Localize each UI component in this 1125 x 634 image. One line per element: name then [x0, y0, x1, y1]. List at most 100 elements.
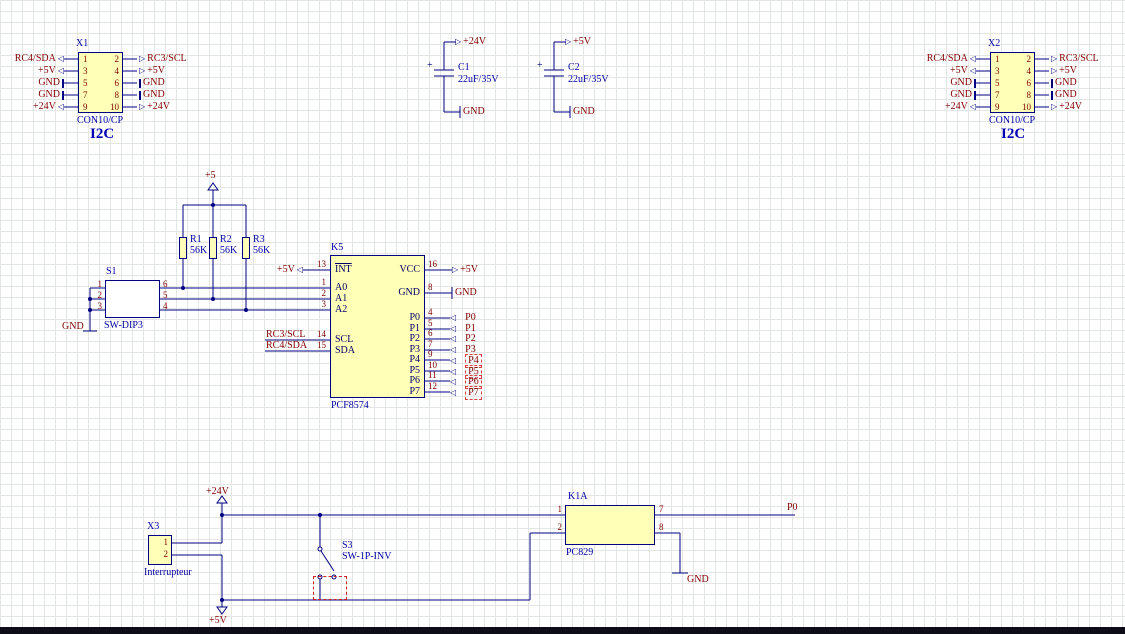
part-type: SW-1P-INV — [342, 551, 392, 562]
pin-number: 10 — [110, 102, 119, 112]
pin-number: 2 — [97, 290, 103, 300]
net-label: ▷ RC3/SCL — [1051, 53, 1099, 65]
power-bar-icon — [139, 78, 141, 88]
designator[interactable]: C2 — [568, 62, 580, 74]
power-bar-icon — [974, 90, 976, 100]
net-label-text: GND — [950, 77, 972, 88]
net-label: +24V ◁ — [33, 101, 64, 113]
pin-number: 8 — [114, 90, 120, 100]
c1-wires — [434, 41, 461, 118]
optocoupler-k1a-body[interactable] — [565, 505, 655, 545]
junction-dots — [88, 203, 322, 602]
pin-number: 3 — [97, 301, 103, 311]
resistor-r2-body[interactable] — [209, 237, 217, 259]
net-label: GND — [1051, 89, 1077, 101]
net-label-text: +5V — [276, 264, 295, 275]
net-label-text: +24V — [147, 101, 171, 112]
pin-name: A2 — [335, 304, 348, 315]
power-port-label: +5V ◁ — [277, 264, 303, 276]
port-arrow-icon: ▷ — [452, 265, 459, 274]
power-bar-icon — [139, 90, 141, 100]
port-arrow-icon: ▷ — [565, 37, 572, 46]
connector-x3-body[interactable] — [148, 535, 172, 565]
pin-number: 6 — [163, 279, 168, 289]
port-arrow-icon: ◁ — [57, 54, 64, 63]
gnd-label: GND — [687, 574, 709, 585]
pin-number: 8 — [428, 282, 433, 292]
bus-title: I2C — [1001, 126, 1026, 142]
gnd-label: GND — [62, 321, 84, 332]
pin-number: 7 — [995, 90, 1000, 100]
s3-lever — [320, 550, 335, 572]
net-label-text: +5V — [460, 264, 479, 275]
part-value: 56K — [253, 245, 271, 256]
pin-number: 7 — [83, 90, 88, 100]
pin-name: SDA — [335, 345, 356, 356]
part-type: SW-DIP3 — [104, 320, 143, 331]
pin-number: 5 — [163, 290, 168, 300]
net-label-text: +24V — [32, 101, 56, 112]
pin-number: 3 — [321, 299, 327, 309]
net-label: GND — [139, 89, 165, 101]
schematic-canvas[interactable]: X1 1 3 5 7 9 2 4 6 8 10 RC4/SDA ◁ +5V ◁ GN… — [0, 0, 1125, 634]
port-arrow-icon: ▷ — [1051, 102, 1058, 111]
pin-number: 2 — [557, 522, 563, 532]
port-arrow-icon: ◁ — [57, 66, 64, 75]
net-label: GND — [1051, 77, 1077, 89]
net-label-text: +24V — [944, 101, 968, 112]
net-label: GND — [38, 77, 64, 89]
power-net-label: +24V — [206, 486, 229, 497]
net-label-text: +5V — [1059, 65, 1078, 76]
resistor-r3-body[interactable] — [242, 237, 250, 259]
port-arrow-icon: ◁ — [969, 66, 976, 75]
pin-number: 9 — [995, 102, 1000, 112]
resistor-r1-body[interactable] — [179, 237, 187, 259]
power-port-label: ▷ +5V — [452, 264, 478, 276]
net-label-text: RC3/SCL — [147, 53, 187, 64]
gnd-label: GND — [455, 287, 477, 298]
net-label-text: GND — [38, 89, 60, 100]
designator[interactable]: C1 — [458, 62, 470, 74]
gnd-label: GND — [463, 106, 485, 117]
power-net-label: +5 — [205, 170, 216, 181]
pin-number: 2 — [114, 54, 120, 64]
net-label: +5V ◁ — [38, 65, 64, 77]
pin-number: 3 — [83, 66, 88, 76]
net-label: ▷ +5V — [139, 65, 165, 77]
gnd-label: GND — [573, 106, 595, 117]
port-arrow-icon: ◁ — [296, 265, 303, 274]
pin-number: 1 — [97, 279, 103, 289]
pin-number: 1 — [83, 54, 88, 64]
pin-number: 15 — [317, 340, 326, 350]
port-arrow-icon: ▷ — [1051, 54, 1058, 63]
port-arrow-icon: ◁ — [969, 54, 976, 63]
net-label: RC4/SDA ◁ — [15, 53, 64, 65]
pin-number: 2 — [163, 549, 169, 559]
net-label: ▷ +24V — [1051, 101, 1082, 113]
net-label: GND — [38, 89, 64, 101]
net-label-text: P7 — [465, 386, 482, 400]
port-arrow-icon: ▷ — [1051, 66, 1058, 75]
net-label: ▷ +5V — [1051, 65, 1077, 77]
s1-body[interactable] — [105, 280, 160, 318]
pin-number: 14 — [317, 329, 326, 339]
power-bar-icon — [1051, 78, 1053, 88]
net-label-text: RC4/SDA — [926, 53, 968, 64]
address-wires — [175, 287, 330, 311]
power-bar-icon — [62, 78, 64, 88]
net-label: +24V ◁ — [945, 101, 976, 113]
port-arrow-icon: ▷ — [139, 54, 146, 63]
polarity-plus: + — [427, 60, 433, 71]
pin-number: 4 — [1026, 66, 1032, 76]
pin-number: 1 — [321, 277, 327, 287]
net-label-text: +5V — [147, 65, 166, 76]
net-label: GND — [950, 77, 976, 89]
designator: K5 — [331, 242, 344, 253]
pin-number: 4 — [163, 301, 168, 311]
pin-number: 12 — [428, 381, 437, 391]
pin-number: 6 — [114, 78, 120, 88]
pin-number: 1 — [163, 537, 169, 547]
power-net-label: +5V — [209, 615, 227, 626]
port-arrow-icon: ▷ — [455, 37, 462, 46]
power-bar-icon — [1051, 90, 1053, 100]
